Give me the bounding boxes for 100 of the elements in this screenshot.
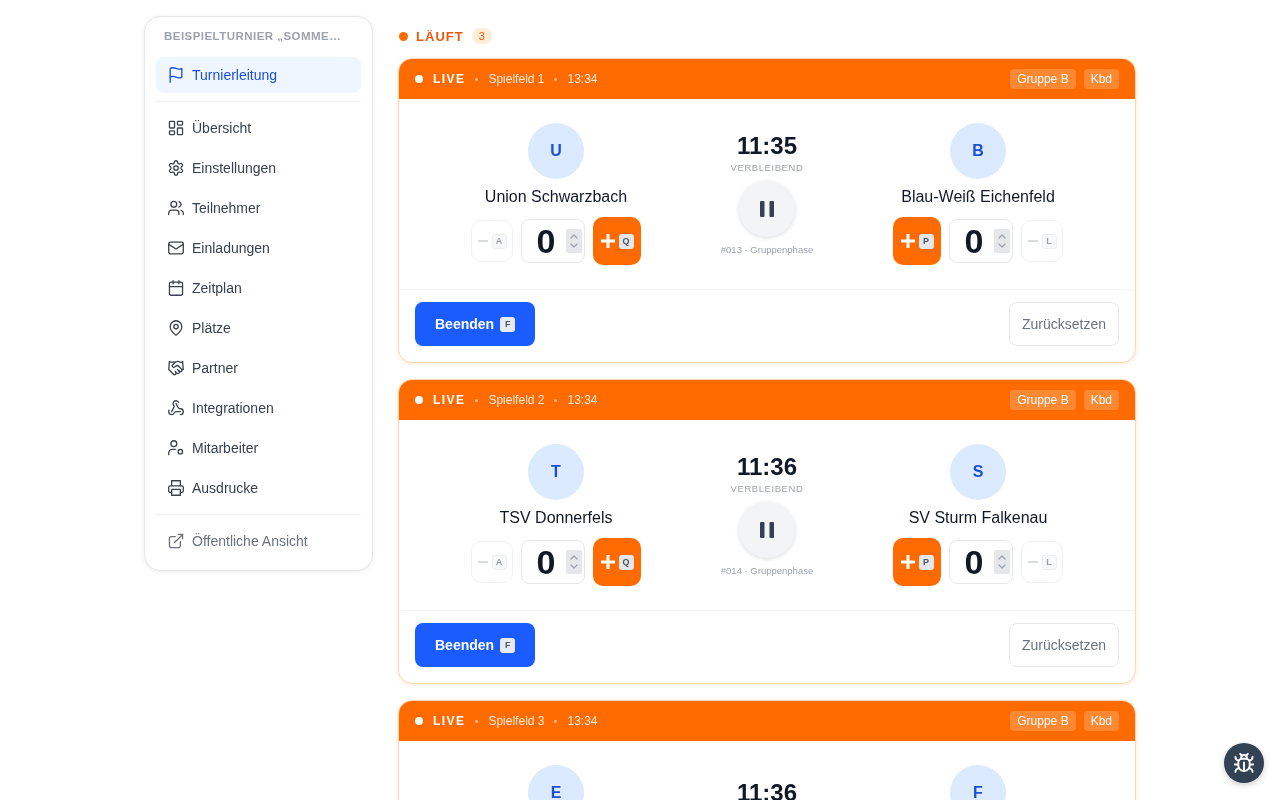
nav-item[interactable]: Plätze [156,310,361,346]
team-avatar: B [950,123,1006,179]
person-icon [168,440,184,456]
team-avatar: E [528,765,584,800]
shortcut-key: P [918,233,934,249]
increment-button[interactable]: P [893,538,941,586]
countdown-time: 11:36 [736,453,798,481]
bug-icon [1234,753,1254,773]
spinner-icon [994,550,1010,574]
minus-icon [477,240,488,242]
countdown-label: VERBLEIBEND [730,483,804,495]
nav-item[interactable]: Partner [156,350,361,386]
field-label: Spielfeld 3 [488,714,545,728]
score-field[interactable]: 0 [521,540,585,584]
flag-icon [168,67,184,83]
start-time: 13:34 [567,393,598,407]
start-time: 13:34 [567,72,598,86]
tournament-title: BEISPIELTURNIER „SOMME… [163,29,343,44]
score-field[interactable]: 0 [949,219,1013,263]
countdown-label: VERBLEIBEND [730,162,804,174]
nav-item[interactable]: Übersicht [156,110,361,146]
live-dot-icon [415,396,423,404]
grid-icon [168,120,184,136]
shortcut-key: Q [618,233,634,249]
increment-button[interactable]: P [893,217,941,265]
team-name: SV Sturm Falkenau [908,508,1048,528]
nav-item[interactable]: Öffentliche Ansicht [156,523,361,559]
shortcut-key: P [918,554,934,570]
reset-button[interactable]: Zurücksetzen [1008,623,1119,667]
users-icon [168,200,184,216]
minus-icon [477,561,488,563]
reset-button[interactable]: Zurücksetzen [1008,302,1119,346]
nav-item[interactable]: Einstellungen [156,150,361,186]
nav-item[interactable]: Integrationen [156,390,361,426]
group-badge: Gruppe B [1010,711,1076,731]
section-title: LÄUFT [416,28,464,44]
keyboard-badge: Kbd [1083,69,1119,89]
shortcut-key: Q [618,554,634,570]
separator-dot-icon [475,719,479,723]
handshake-icon [168,360,184,376]
spinner-icon [994,229,1010,253]
team-avatar: S [950,444,1006,500]
printer-icon [168,480,184,496]
nav-item[interactable]: Turnierleitung [156,57,361,93]
start-time: 13:34 [567,714,598,728]
nav-item[interactable]: Einladungen [156,230,361,266]
field-label: Spielfeld 2 [488,393,545,407]
spinner-icon [566,229,582,253]
match-info: #013 · Gruppenphase [720,244,814,256]
separator-dot-icon [554,719,558,723]
score-field[interactable]: 0 [949,540,1013,584]
debug-button[interactable] [1224,743,1264,783]
nav-item[interactable]: Mitarbeiter [156,430,361,466]
calendar-icon [168,280,184,296]
plus-icon [600,234,615,248]
group-badge: Gruppe B [1010,69,1076,89]
pause-button[interactable] [739,181,795,237]
team-avatar: U [528,123,584,179]
countdown-time: 11:35 [736,132,798,160]
live-dot-icon [415,717,423,725]
shortcut-key: A [491,554,507,570]
team-avatar: F [950,765,1006,800]
match-info: #014 · Gruppenphase [720,565,814,577]
nav-item[interactable]: Teilnehmer [156,190,361,226]
increment-button[interactable]: Q [593,538,641,586]
increment-button[interactable]: Q [593,217,641,265]
separator-dot-icon [475,398,479,402]
finish-button[interactable]: Beenden F [415,623,536,667]
separator-dot-icon [554,77,558,81]
finish-button[interactable]: Beenden F [415,302,536,346]
plus-icon [600,555,615,569]
score-field[interactable]: 0 [521,219,585,263]
nav-item[interactable]: Zeitplan [156,270,361,306]
map-pin-icon [168,320,184,336]
plus-icon [900,555,915,569]
live-label: LIVE [433,393,466,407]
pause-icon [760,522,774,538]
live-label: LIVE [433,714,466,728]
separator-dot-icon [554,398,558,402]
team-name: Union Schwarzbach [484,187,628,207]
team-name: TSV Donnerfels [499,508,613,528]
team-name: Blau-Weiß Eichenfeld [901,187,1055,207]
spinner-icon [566,550,582,574]
live-dot-icon [415,75,423,83]
nav-item[interactable]: Ausdrucke [156,470,361,506]
keyboard-badge: Kbd [1083,711,1119,731]
pause-icon [760,201,774,217]
mail-icon [168,240,184,256]
group-badge: Gruppe B [1010,390,1076,410]
live-label: LIVE [433,72,466,86]
count-badge: 3 [471,28,492,44]
shortcut-key: F [500,637,516,653]
shortcut-key: F [500,316,516,332]
shortcut-key: A [491,233,507,249]
webhook-icon [168,400,184,416]
pause-button[interactable] [739,502,795,558]
keyboard-badge: Kbd [1083,390,1119,410]
separator-dot-icon [475,77,479,81]
shortcut-key: L [1041,554,1057,570]
field-label: Spielfeld 1 [488,72,545,86]
